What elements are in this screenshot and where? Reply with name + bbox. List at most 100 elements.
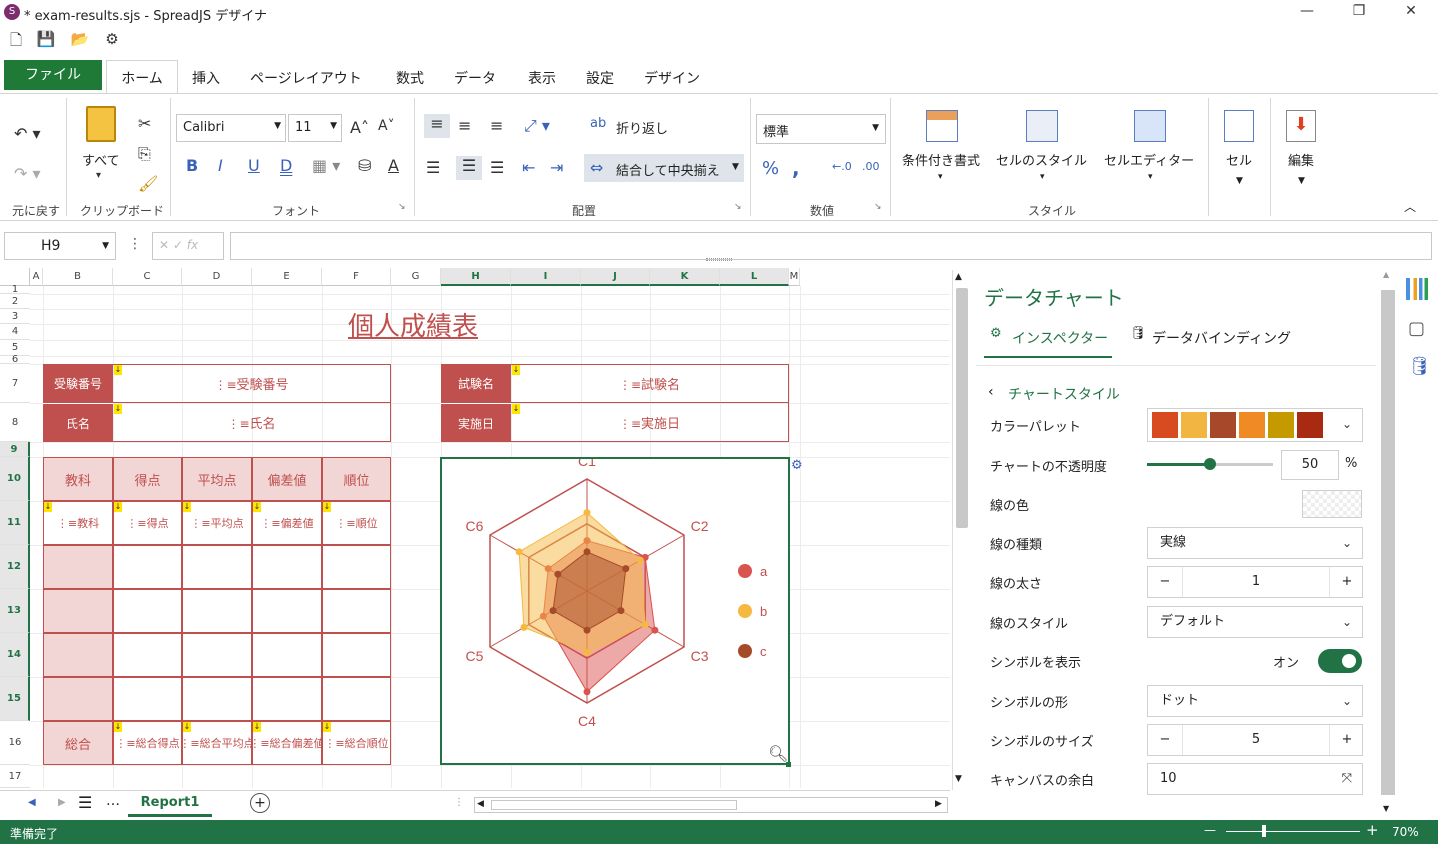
cell-editor-button[interactable]: セルエディター bbox=[1104, 150, 1194, 169]
comma-icon[interactable]: , bbox=[792, 156, 800, 180]
number-format-select[interactable]: 標準 ▼ bbox=[756, 114, 886, 144]
row-header[interactable]: 1 bbox=[0, 285, 30, 295]
table-cell[interactable] bbox=[252, 633, 322, 677]
total-binding-cell[interactable]: ⋮≡総合平均点 bbox=[182, 721, 252, 765]
expand-margins-icon[interactable]: ⤧ bbox=[1342, 764, 1352, 794]
restore-button[interactable]: ❐ bbox=[1344, 3, 1374, 23]
border-icon[interactable]: ▦ ▾ bbox=[312, 156, 340, 175]
chart-style-back-link[interactable]: チャートスタイル bbox=[1008, 384, 1120, 404]
color-palette-select[interactable]: ⌄ bbox=[1147, 408, 1363, 442]
increase-font-icon[interactable]: A˄ bbox=[350, 118, 369, 137]
cell-editor-dropdown-icon[interactable]: ▾ bbox=[1148, 172, 1153, 182]
row-header[interactable]: 17 bbox=[0, 765, 30, 788]
row-header[interactable]: 12 bbox=[0, 545, 30, 589]
scroll-up-icon[interactable]: ▲ bbox=[1383, 270, 1389, 279]
increment-button[interactable]: + bbox=[1330, 567, 1364, 597]
total-binding-cell[interactable]: ⋮≡総合偏差値 bbox=[252, 721, 322, 765]
table-cell[interactable] bbox=[182, 677, 252, 721]
add-sheet-icon[interactable]: + bbox=[250, 793, 270, 813]
new-file-icon[interactable]: 🗋 bbox=[6, 30, 26, 50]
zoom-level[interactable]: 70% bbox=[1392, 825, 1419, 839]
table-cell[interactable] bbox=[322, 677, 391, 721]
decrease-decimal-icon[interactable]: .00 bbox=[862, 160, 880, 173]
line-style-select[interactable]: デフォルト ⌄ bbox=[1147, 606, 1363, 638]
zoom-out-icon[interactable]: — bbox=[1204, 823, 1216, 837]
cell-insert-icon[interactable] bbox=[1224, 110, 1254, 142]
column-header[interactable]: A bbox=[30, 268, 43, 286]
table-cell[interactable] bbox=[113, 545, 182, 589]
edit-icon[interactable]: ⬇ bbox=[1286, 110, 1316, 142]
zoom-chart-icon[interactable]: 🔍︎ bbox=[768, 744, 788, 763]
percent-icon[interactable]: % bbox=[762, 158, 779, 179]
table-cell[interactable] bbox=[113, 589, 182, 633]
tab-view[interactable]: 表示 bbox=[528, 68, 556, 88]
table-cell[interactable] bbox=[252, 677, 322, 721]
column-header[interactable]: M bbox=[789, 268, 800, 286]
opacity-input[interactable]: 50 bbox=[1281, 450, 1339, 480]
table-cell[interactable] bbox=[252, 589, 322, 633]
decrement-button[interactable]: − bbox=[1148, 725, 1182, 755]
row-header[interactable]: 8 bbox=[0, 403, 30, 442]
more-options-icon[interactable]: ⋮ bbox=[128, 236, 142, 252]
date-field[interactable]: ⋮≡実施日 bbox=[511, 403, 789, 442]
decrease-indent-icon[interactable]: ⇤ bbox=[522, 158, 535, 177]
row-header[interactable]: 9 bbox=[0, 442, 30, 457]
name-box[interactable]: H9 ▼ bbox=[4, 232, 116, 260]
scroll-down-icon[interactable]: ▼ bbox=[955, 774, 962, 784]
resize-handle[interactable] bbox=[786, 762, 791, 767]
row-header[interactable]: 13 bbox=[0, 589, 30, 633]
row-header[interactable]: 2 bbox=[0, 294, 30, 309]
row-header[interactable]: 16 bbox=[0, 721, 30, 765]
save-icon[interactable]: 💾 bbox=[36, 30, 56, 50]
radar-chart[interactable]: C1 C2 C3 C4 C5 C6 a b c bbox=[440, 453, 790, 765]
cell-button[interactable]: セル bbox=[1226, 150, 1252, 169]
symbol-shape-select[interactable]: ドット ⌄ bbox=[1147, 685, 1363, 717]
table-cell[interactable] bbox=[113, 677, 182, 721]
canvas-margin-input[interactable]: 10 ⤧ bbox=[1147, 763, 1363, 795]
scroll-down-icon[interactable]: ▼ bbox=[1383, 804, 1389, 813]
table-cell[interactable] bbox=[322, 589, 391, 633]
column-header[interactable]: J bbox=[581, 268, 650, 286]
underline-icon[interactable]: U bbox=[248, 156, 260, 175]
zoom-in-icon[interactable]: + bbox=[1366, 821, 1379, 839]
tab-data-binding[interactable]: 🛢︎ データバインディング bbox=[1128, 324, 1308, 358]
panel-scroll-thumb[interactable] bbox=[1381, 290, 1395, 795]
tab-inspector[interactable]: ⚙ インスペクター bbox=[984, 324, 1112, 358]
alignment-dialog-launcher-icon[interactable]: ↘ bbox=[734, 202, 742, 212]
redo-icon[interactable]: ↷ ▾ bbox=[14, 164, 41, 183]
double-underline-icon[interactable]: D bbox=[280, 156, 292, 175]
next-sheet-icon[interactable]: ▶ bbox=[58, 797, 66, 808]
table-cell[interactable] bbox=[182, 589, 252, 633]
align-middle-icon[interactable]: ≡ bbox=[458, 116, 471, 135]
minimize-button[interactable]: — bbox=[1292, 3, 1322, 23]
tab-splitter-icon[interactable]: ⋮ bbox=[454, 797, 464, 808]
horizontal-scroll-thumb[interactable] bbox=[491, 800, 737, 810]
panel-scrollbar[interactable]: ▲ ▼ bbox=[1380, 270, 1396, 818]
more-sheets-icon[interactable]: … bbox=[106, 793, 120, 809]
merge-center-button[interactable]: ⇔ 結合して中央揃え ▼ bbox=[584, 154, 744, 182]
symbol-size-value[interactable]: 5 bbox=[1182, 725, 1330, 755]
scroll-right-icon[interactable]: ▶ bbox=[935, 799, 942, 809]
opacity-slider-thumb[interactable] bbox=[1204, 458, 1216, 470]
tab-formulas[interactable]: 数式 bbox=[396, 68, 424, 88]
symbol-size-stepper[interactable]: − 5 + bbox=[1147, 724, 1363, 756]
tab-file[interactable]: ファイル bbox=[4, 60, 102, 90]
table-cell[interactable] bbox=[322, 633, 391, 677]
copy-icon[interactable]: ⎘ bbox=[138, 144, 151, 164]
back-arrow-icon[interactable]: ‹ bbox=[988, 384, 994, 400]
row-header[interactable]: 11 bbox=[0, 501, 30, 545]
row-header[interactable]: 4 bbox=[0, 324, 30, 340]
cell-styles-button[interactable]: セルのスタイル bbox=[996, 150, 1087, 169]
edit-button[interactable]: 編集 bbox=[1288, 150, 1314, 169]
bold-icon[interactable]: B bbox=[186, 156, 198, 175]
orientation-icon[interactable]: ⤢ ▾ bbox=[524, 116, 550, 136]
format-painter-icon[interactable]: 🖌 bbox=[138, 174, 158, 193]
align-top-icon[interactable]: ≡ bbox=[424, 114, 450, 138]
tab-insert[interactable]: 挿入 bbox=[192, 68, 220, 88]
tab-page-layout[interactable]: ページレイアウト bbox=[250, 68, 362, 88]
prev-sheet-icon[interactable]: ◀ bbox=[28, 797, 36, 808]
exam-no-field[interactable]: ⋮≡受験番号 bbox=[113, 364, 391, 403]
row-header[interactable]: 14 bbox=[0, 633, 30, 677]
shape-panel-icon[interactable]: ▢ bbox=[1408, 318, 1425, 339]
column-header[interactable]: E bbox=[252, 268, 322, 286]
